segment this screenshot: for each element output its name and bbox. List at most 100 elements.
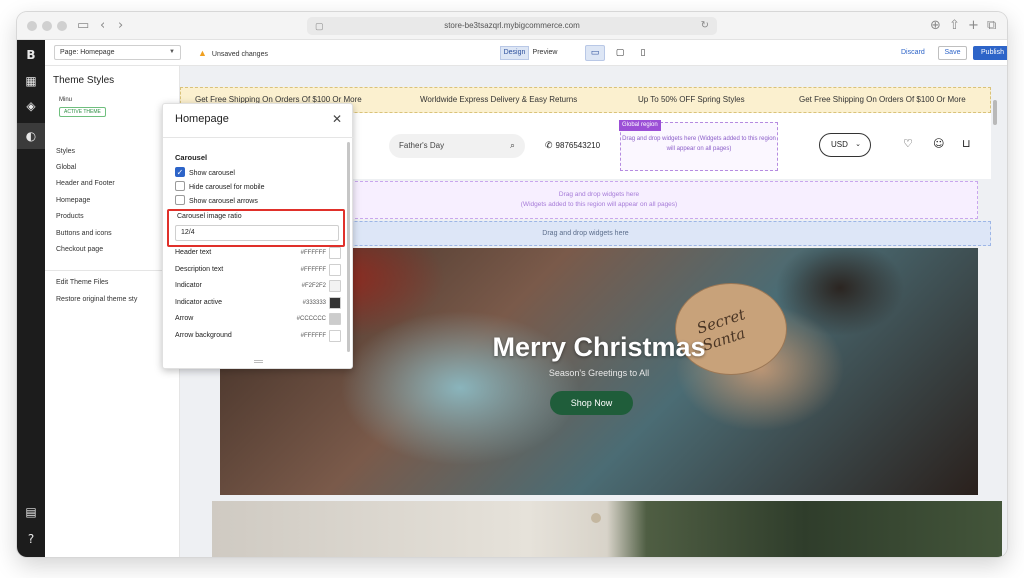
menu-item-buttons-icons[interactable]: Buttons and icons — [56, 227, 112, 241]
color-setting-header-text[interactable]: Header text #FFFFFF — [175, 247, 341, 259]
color-hex: #FFFFFF — [300, 267, 326, 273]
hide-carousel-mobile-option[interactable]: Hide carousel for mobile — [175, 181, 265, 193]
help-icon[interactable]: ? — [24, 532, 38, 546]
cart-icon[interactable]: ⊔ — [962, 138, 971, 150]
checkbox-checked-icon[interactable]: ✓ — [175, 167, 185, 178]
back-icon[interactable]: ‹ — [100, 17, 105, 35]
option-label: Show carousel — [189, 170, 235, 177]
menu-item-checkout[interactable]: Checkout page — [56, 243, 103, 257]
bigcommerce-logo-icon[interactable]: B — [24, 48, 38, 62]
dashboard-grid-icon[interactable]: ▦ — [24, 74, 38, 88]
color-setting-arrow-background[interactable]: Arrow background #FFFFFF — [175, 330, 341, 342]
store-icon[interactable]: ▤ — [24, 505, 38, 519]
sidebar-toggle-icon[interactable]: ▭ — [77, 17, 89, 35]
design-mode-button[interactable]: Design — [500, 46, 529, 60]
popover-scrollbar[interactable] — [347, 142, 350, 352]
minimize-window-icon[interactable] — [42, 21, 52, 31]
ratio-input[interactable]: 12/4 — [175, 225, 339, 241]
show-carousel-arrows-option[interactable]: Show carousel arrows — [175, 195, 258, 207]
global-region-tag: Global region — [619, 120, 661, 131]
resize-handle-icon[interactable] — [254, 360, 263, 363]
color-hex: #F2F2F2 — [301, 283, 326, 289]
phone-icon: ✆ — [545, 141, 553, 151]
color-swatch[interactable] — [329, 330, 341, 342]
color-label: Arrow background — [175, 332, 232, 339]
store-search[interactable]: Father's Day ⌕ — [389, 134, 525, 158]
menu-item-global[interactable]: Global — [56, 161, 76, 175]
reload-icon[interactable]: ↻ — [701, 17, 709, 35]
color-hex: #CCCCCC — [296, 316, 326, 322]
theme-styles-panel: Theme Styles Minu ACTIVE THEME Styles Gl… — [45, 66, 180, 557]
shop-now-button[interactable]: Shop Now — [550, 391, 633, 415]
close-icon[interactable]: ✕ — [332, 112, 342, 126]
menu-item-products[interactable]: Products — [56, 210, 84, 224]
download-icon[interactable]: ⊕ — [930, 17, 941, 35]
option-label: Hide carousel for mobile — [189, 184, 265, 191]
popover-title: Homepage — [175, 113, 229, 125]
canvas-scrollbar[interactable] — [993, 100, 997, 125]
popover-divider — [163, 137, 354, 138]
checkbox-icon[interactable] — [175, 195, 185, 206]
address-bar[interactable]: ▢ store-be3tsazqrl.mybigcommerce.com ↻ — [307, 17, 717, 35]
menu-item-restore-theme[interactable]: Restore original theme sty — [56, 293, 137, 307]
tablet-view-icon[interactable]: ▢ — [610, 45, 630, 61]
color-hex: #FFFFFF — [300, 333, 326, 339]
mobile-view-icon[interactable]: ▯ — [633, 45, 653, 61]
desktop-view-icon[interactable]: ▭ — [585, 45, 605, 61]
color-setting-indicator-active[interactable]: Indicator active #333333 — [175, 297, 341, 309]
editor-topbar: Page: Homepage ▼ ▲ Unsaved changes Design… — [45, 40, 1007, 66]
homepage-settings-popover: Homepage ✕ Carousel ✓ Show carousel Hide … — [162, 103, 354, 369]
carousel-ratio-highlight: Carousel image ratio 12/4 — [167, 209, 345, 247]
unsaved-text: Unsaved changes — [211, 51, 268, 58]
active-theme-badge: ACTIVE THEME — [59, 107, 106, 117]
ornament-image — [591, 513, 601, 523]
share-icon[interactable]: ⇧ — [949, 17, 960, 35]
page-selector[interactable]: Page: Homepage ▼ — [54, 45, 181, 60]
announcement-item: Worldwide Express Delivery & Easy Return… — [420, 95, 578, 104]
color-label: Arrow — [175, 315, 194, 322]
theme-palette-icon[interactable]: ◐ — [17, 123, 45, 149]
currency-value: USD — [831, 140, 848, 149]
menu-item-header-footer[interactable]: Header and Footer — [56, 177, 115, 191]
menu-item-edit-files[interactable]: Edit Theme Files — [56, 276, 108, 290]
maximize-window-icon[interactable] — [57, 21, 67, 31]
color-swatch[interactable] — [329, 247, 341, 259]
option-label: Show carousel arrows — [189, 198, 258, 205]
color-swatch[interactable] — [329, 264, 341, 276]
color-setting-indicator[interactable]: Indicator #F2F2F2 — [175, 280, 341, 292]
color-setting-arrow[interactable]: Arrow #CCCCCC — [175, 313, 341, 325]
phone-number[interactable]: ✆ 9876543210 — [545, 140, 600, 152]
global-region-text: Drag and drop widgets here (Widgets adde… — [622, 136, 776, 152]
color-swatch[interactable] — [329, 313, 341, 325]
layers-icon[interactable]: ◈ — [24, 99, 38, 113]
menu-item-homepage[interactable]: Homepage — [56, 194, 90, 208]
carousel-section-title: Carousel — [175, 153, 208, 162]
app-rail: B ▦ ◈ ◐ ▤ ? — [17, 40, 45, 557]
search-icon: ⌕ — [509, 141, 515, 151]
color-label: Header text — [175, 249, 212, 256]
menu-divider — [45, 270, 180, 271]
publish-button[interactable]: Publish — [973, 46, 1007, 60]
checkbox-icon[interactable] — [175, 181, 185, 192]
close-window-icon[interactable] — [27, 21, 37, 31]
heart-icon[interactable]: ♡ — [903, 138, 913, 150]
secondary-banner[interactable] — [212, 501, 1002, 557]
discard-button[interactable]: Discard — [901, 47, 925, 59]
menu-item-styles[interactable]: Styles — [56, 145, 75, 159]
new-tab-icon[interactable]: + — [968, 17, 979, 35]
announcement-item: Up To 50% OFF Spring Styles — [638, 95, 745, 104]
tab-overview-icon[interactable]: ⧉ — [987, 17, 996, 35]
save-button[interactable]: Save — [938, 46, 967, 60]
account-icon[interactable]: ☺ — [933, 138, 944, 150]
theme-name: Minu — [59, 97, 73, 103]
show-carousel-option[interactable]: ✓ Show carousel — [175, 167, 235, 179]
color-setting-description-text[interactable]: Description text #FFFFFF — [175, 264, 341, 276]
currency-selector[interactable]: USD ⌄ — [819, 133, 871, 157]
forward-icon[interactable]: › — [118, 17, 123, 35]
hero-subtitle: Season's Greetings to All — [548, 368, 650, 378]
color-swatch[interactable] — [329, 280, 341, 292]
color-swatch[interactable] — [329, 297, 341, 309]
tab-layout-icon: ▢ — [315, 21, 324, 31]
preview-mode-button[interactable]: Preview — [529, 46, 561, 60]
unsaved-indicator: ▲ Unsaved changes — [198, 47, 268, 61]
